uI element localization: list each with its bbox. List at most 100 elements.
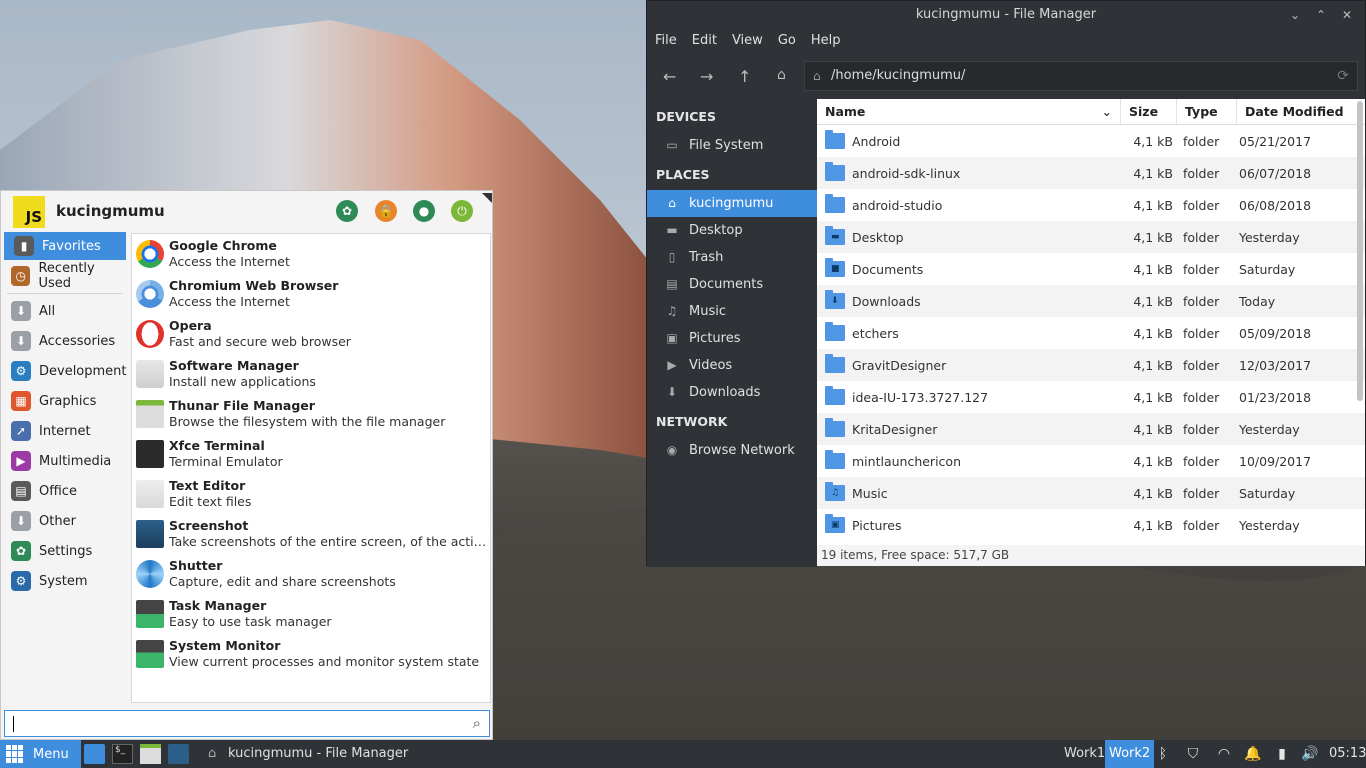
- sidebar-item-trash[interactable]: ▯ Trash: [647, 244, 817, 271]
- workspace-2[interactable]: Work2: [1105, 740, 1155, 768]
- app-shutter[interactable]: Shutter Capture, edit and share screensho…: [132, 554, 490, 594]
- app-xfce-terminal[interactable]: Xfce Terminal Terminal Emulator: [132, 434, 490, 474]
- close-icon[interactable]: ✕: [1339, 7, 1355, 23]
- sidebar-item-videos[interactable]: ▶ Videos: [647, 352, 817, 379]
- table-row[interactable]: etchers 4,1 kB folder 05/09/2018: [817, 317, 1365, 349]
- sidebar-item-file-system[interactable]: ▭ File System: [647, 132, 817, 159]
- column-name-header[interactable]: Name ⌄: [817, 99, 1121, 124]
- show-desktop-icon[interactable]: [84, 744, 105, 764]
- category-internet[interactable]: ➚ Internet: [1, 416, 129, 446]
- screenshot-launcher-icon[interactable]: [168, 744, 189, 764]
- window-title: kucingmumu - File Manager: [915, 7, 1097, 22]
- category-graphics[interactable]: ▦ Graphics: [1, 386, 129, 416]
- table-row[interactable]: android-sdk-linux 4,1 kB folder 06/07/2018: [817, 157, 1365, 189]
- category-accessories[interactable]: ⬇ Accessories: [1, 326, 129, 356]
- notifications-icon[interactable]: 🔔: [1243, 740, 1263, 768]
- app-opera[interactable]: Opera Fast and secure web browser: [132, 314, 490, 354]
- app-software-manager[interactable]: Software Manager Install new applications: [132, 354, 490, 394]
- app-screenshot[interactable]: Screenshot Take screenshots of the entire…: [132, 514, 490, 554]
- back-icon[interactable]: ←: [663, 67, 676, 86]
- system-icon: ⚙: [11, 571, 31, 591]
- forward-icon[interactable]: →: [700, 67, 713, 86]
- table-row[interactable]: KritaDesigner 4,1 kB folder Yesterday: [817, 413, 1365, 445]
- cell-date: 06/07/2018: [1239, 165, 1312, 181]
- column-size-header[interactable]: Size: [1121, 99, 1177, 124]
- table-row[interactable]: Android 4,1 kB folder 05/21/2017: [817, 125, 1365, 157]
- lock-screen-icon[interactable]: 🔒: [375, 200, 397, 222]
- column-type-header[interactable]: Type: [1177, 99, 1237, 124]
- clock[interactable]: 05:13: [1329, 740, 1366, 768]
- sidebar-item-pictures[interactable]: ▣ Pictures: [647, 325, 817, 352]
- category-system[interactable]: ⚙ System: [1, 566, 129, 596]
- app-task-manager[interactable]: Task Manager Easy to use task manager: [132, 594, 490, 634]
- table-row[interactable]: android-studio 4,1 kB folder 06/08/2018: [817, 189, 1365, 221]
- file-name: Pictures: [852, 517, 902, 533]
- file-name: KritaDesigner: [852, 421, 938, 437]
- resize-corner-icon[interactable]: [482, 193, 492, 203]
- sidebar-item-home[interactable]: ⌂ kucingmumu: [647, 190, 817, 217]
- category-other[interactable]: ⬇ Other: [1, 506, 129, 536]
- window-titlebar[interactable]: kucingmumu - File Manager ⌄ ⌃ ✕: [647, 1, 1365, 29]
- shield-icon[interactable]: ⛉: [1183, 740, 1203, 768]
- app-thunar-file-manager[interactable]: Thunar File Manager Browse the filesystem…: [132, 394, 490, 434]
- app-chromium-web-browser[interactable]: Chromium Web Browser Access the Internet: [132, 274, 490, 314]
- accessories-icon: ⬇: [11, 331, 31, 351]
- app-google-chrome[interactable]: Google Chrome Access the Internet: [132, 234, 490, 274]
- table-row[interactable]: idea-IU-173.3727.127 4,1 kB folder 01/23/20…: [817, 381, 1365, 413]
- category-multimedia[interactable]: ▶ Multimedia: [1, 446, 129, 476]
- wifi-icon[interactable]: ◠: [1214, 740, 1234, 768]
- sidebar-item-music[interactable]: ♫ Music: [647, 298, 817, 325]
- cell-size: 4,1 kB: [1133, 261, 1173, 277]
- table-row[interactable]: ▬ Desktop 4,1 kB folder Yesterday: [817, 221, 1365, 253]
- menu-button[interactable]: Menu: [0, 740, 81, 768]
- table-row[interactable]: mintlaunchericon 4,1 kB folder 10/09/2017: [817, 445, 1365, 477]
- table-row[interactable]: GravitDesigner 4,1 kB folder 12/03/2017: [817, 349, 1365, 381]
- sidebar-item-desktop[interactable]: ▬ Desktop: [647, 217, 817, 244]
- search-input[interactable]: ⌕: [4, 710, 490, 737]
- up-icon[interactable]: ↑: [738, 67, 751, 86]
- menu-go[interactable]: Go: [778, 29, 796, 53]
- category-settings[interactable]: ✿ Settings: [1, 536, 129, 566]
- scrollbar[interactable]: [1357, 101, 1363, 401]
- category-favorites[interactable]: ▮ Favorites: [4, 232, 126, 260]
- minimize-icon[interactable]: ⌄: [1287, 7, 1303, 23]
- file-name: etchers: [852, 325, 899, 341]
- sidebar-item-browse-network[interactable]: ◉ Browse Network: [647, 437, 817, 464]
- folder-icon: [825, 450, 845, 469]
- location-bar[interactable]: ⌂ /home/kucingmumu/ ⟳: [804, 61, 1358, 91]
- terminal-launcher-icon[interactable]: $_: [112, 744, 133, 764]
- sidebar-item-documents[interactable]: ▤ Documents: [647, 271, 817, 298]
- table-row[interactable]: ■ Documents 4,1 kB folder Saturday: [817, 253, 1365, 285]
- file-manager-launcher-icon[interactable]: [140, 744, 161, 764]
- avatar[interactable]: JS: [13, 196, 45, 228]
- sidebar-item-downloads[interactable]: ⬇ Downloads: [647, 379, 817, 406]
- category-all[interactable]: ⬇ All: [1, 296, 129, 326]
- app-system-monitor[interactable]: System Monitor View current processes and…: [132, 634, 490, 674]
- menu-view[interactable]: View: [732, 29, 763, 53]
- column-date-header[interactable]: Date Modified: [1237, 99, 1365, 124]
- cell-size: 4,1 kB: [1133, 453, 1173, 469]
- table-row[interactable]: ♫ Music 4,1 kB folder Saturday: [817, 477, 1365, 509]
- clipboard-icon[interactable]: ▮: [1272, 740, 1292, 768]
- category-development[interactable]: ⚙ Development: [1, 356, 129, 386]
- table-row[interactable]: ▣ Pictures 4,1 kB folder Yesterday: [817, 509, 1365, 541]
- task-file-manager[interactable]: ⌂ kucingmumu - File Manager: [206, 740, 408, 768]
- reload-icon[interactable]: ⟳: [1337, 62, 1349, 90]
- app-text-editor[interactable]: Text Editor Edit text files: [132, 474, 490, 514]
- log-out-icon[interactable]: ⏻: [451, 200, 473, 222]
- cell-name: ■ Documents: [817, 258, 1121, 277]
- workspace-1[interactable]: Work1: [1060, 740, 1109, 768]
- package-icon: ⬇: [11, 301, 31, 321]
- volume-icon[interactable]: 🔊: [1300, 740, 1320, 768]
- table-row[interactable]: ⬇ Downloads 4,1 kB folder Today: [817, 285, 1365, 317]
- switch-user-icon[interactable]: ●: [413, 200, 435, 222]
- maximize-icon[interactable]: ⌃: [1313, 7, 1329, 23]
- menu-edit[interactable]: Edit: [692, 29, 717, 53]
- settings-manager-icon[interactable]: ✿: [336, 200, 358, 222]
- menu-file[interactable]: File: [655, 29, 677, 53]
- home-icon[interactable]: ⌂: [777, 67, 786, 83]
- menu-help[interactable]: Help: [811, 29, 841, 53]
- category-recently-used[interactable]: ◷ Recently Used: [1, 261, 129, 291]
- bluetooth-icon[interactable]: ᛒ: [1153, 740, 1173, 768]
- category-office[interactable]: ▤ Office: [1, 476, 129, 506]
